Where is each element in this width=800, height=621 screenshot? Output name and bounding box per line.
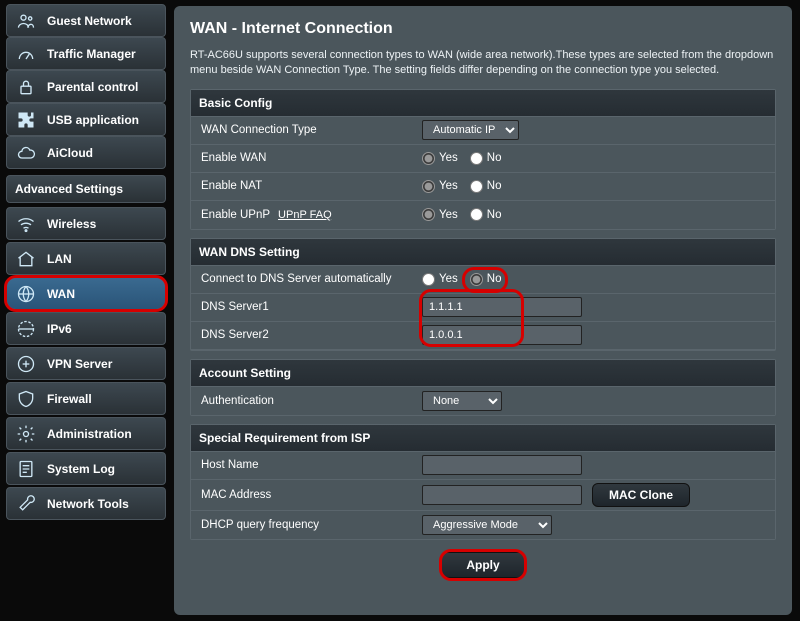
dns-auto-label: Connect to DNS Server automatically bbox=[191, 268, 416, 290]
authentication-select[interactable]: None bbox=[422, 391, 502, 411]
sidebar-item-traffic-manager[interactable]: Traffic Manager bbox=[6, 37, 166, 70]
account-setting-section: Account Setting Authentication None bbox=[190, 359, 776, 416]
gauge-icon bbox=[15, 43, 37, 65]
enable-wan-label: Enable WAN bbox=[191, 147, 416, 169]
sidebar-item-label: Network Tools bbox=[47, 497, 129, 511]
basic-config-head: Basic Config bbox=[191, 90, 775, 117]
mac-address-label: MAC Address bbox=[191, 484, 416, 506]
wan-dns-head: WAN DNS Setting bbox=[191, 239, 775, 266]
dns2-input[interactable] bbox=[422, 325, 582, 345]
account-setting-head: Account Setting bbox=[191, 360, 775, 387]
sidebar-item-label: IPv6 bbox=[47, 322, 72, 336]
sidebar-item-label: Traffic Manager bbox=[47, 47, 136, 61]
sidebar-item-label: Parental control bbox=[47, 80, 138, 94]
basic-config-section: Basic Config WAN Connection Type Automat… bbox=[190, 89, 776, 230]
enable-wan-no-radio[interactable] bbox=[470, 152, 483, 165]
authentication-label: Authentication bbox=[191, 390, 416, 412]
sidebar-item-usb-application[interactable]: USB application bbox=[6, 103, 166, 136]
sidebar-item-label: WAN bbox=[47, 287, 75, 301]
page-description: RT-AC66U supports several connection typ… bbox=[190, 48, 776, 79]
sidebar: Guest Network Traffic Manager Parental c… bbox=[0, 0, 172, 621]
advanced-settings-label: Advanced Settings bbox=[6, 175, 166, 203]
dns1-label: DNS Server1 bbox=[191, 296, 416, 318]
sidebar-item-wan[interactable]: WAN bbox=[6, 277, 166, 310]
mac-address-input[interactable] bbox=[422, 485, 582, 505]
enable-upnp-yes-radio[interactable] bbox=[422, 208, 435, 221]
sidebar-item-guest-network[interactable]: Guest Network bbox=[6, 4, 166, 37]
enable-nat-yes-radio[interactable] bbox=[422, 180, 435, 193]
sidebar-item-lan[interactable]: LAN bbox=[6, 242, 166, 275]
enable-upnp-label: Enable UPnP UPnP FAQ bbox=[191, 204, 416, 226]
apply-button[interactable]: Apply bbox=[441, 552, 524, 578]
sidebar-item-administration[interactable]: Administration bbox=[6, 417, 166, 450]
globe-icon bbox=[15, 283, 37, 305]
cloud-icon bbox=[15, 142, 37, 164]
people-icon bbox=[15, 10, 37, 32]
sidebar-item-label: Firewall bbox=[47, 392, 92, 406]
wan-dns-section: WAN DNS Setting Connect to DNS Server au… bbox=[190, 238, 776, 351]
host-name-label: Host Name bbox=[191, 454, 416, 476]
enable-nat-label: Enable NAT bbox=[191, 175, 416, 197]
wifi-icon bbox=[15, 213, 37, 235]
puzzle-icon bbox=[15, 109, 37, 131]
main-panel: WAN - Internet Connection RT-AC66U suppo… bbox=[174, 6, 792, 615]
sidebar-item-network-tools[interactable]: Network Tools bbox=[6, 487, 166, 520]
dns2-label: DNS Server2 bbox=[191, 324, 416, 346]
sidebar-item-label: USB application bbox=[47, 113, 139, 127]
sidebar-item-label: Wireless bbox=[47, 217, 96, 231]
dhcp-frequency-label: DHCP query frequency bbox=[191, 514, 416, 536]
sidebar-item-wireless[interactable]: Wireless bbox=[6, 207, 166, 240]
tools-icon bbox=[15, 493, 37, 515]
sidebar-item-vpn-server[interactable]: VPN Server bbox=[6, 347, 166, 380]
upnp-faq-link[interactable]: UPnP FAQ bbox=[278, 209, 332, 221]
sidebar-item-label: LAN bbox=[47, 252, 72, 266]
dhcp-frequency-select[interactable]: Aggressive Mode bbox=[422, 515, 552, 535]
sidebar-item-ipv6[interactable]: IPv6 bbox=[6, 312, 166, 345]
enable-nat-no-radio[interactable] bbox=[470, 180, 483, 193]
globe-dotted-icon bbox=[15, 318, 37, 340]
sidebar-item-label: Administration bbox=[47, 427, 132, 441]
sidebar-item-parental-control[interactable]: Parental control bbox=[6, 70, 166, 103]
isp-section: Special Requirement from ISP Host Name M… bbox=[190, 424, 776, 540]
enable-upnp-no-radio[interactable] bbox=[470, 208, 483, 221]
sidebar-item-label: System Log bbox=[47, 462, 115, 476]
wan-connection-type-label: WAN Connection Type bbox=[191, 119, 416, 141]
dns1-input[interactable] bbox=[422, 297, 582, 317]
host-name-input[interactable] bbox=[422, 455, 582, 475]
wan-connection-type-select[interactable]: Automatic IP bbox=[422, 120, 519, 140]
shield-icon bbox=[15, 388, 37, 410]
isp-head: Special Requirement from ISP bbox=[191, 425, 775, 452]
vpn-icon bbox=[15, 353, 37, 375]
sidebar-item-firewall[interactable]: Firewall bbox=[6, 382, 166, 415]
log-icon bbox=[15, 458, 37, 480]
sidebar-item-label: Guest Network bbox=[47, 14, 132, 28]
enable-wan-yes-radio[interactable] bbox=[422, 152, 435, 165]
dns-auto-no-radio[interactable] bbox=[470, 273, 483, 286]
dns-auto-yes-radio[interactable] bbox=[422, 273, 435, 286]
lock-icon bbox=[15, 76, 37, 98]
page-title: WAN - Internet Connection bbox=[190, 20, 776, 38]
mac-clone-button[interactable]: MAC Clone bbox=[592, 483, 690, 507]
gear-icon bbox=[15, 423, 37, 445]
sidebar-item-label: AiCloud bbox=[47, 146, 93, 160]
sidebar-item-label: VPN Server bbox=[47, 357, 112, 371]
home-icon bbox=[15, 248, 37, 270]
sidebar-item-system-log[interactable]: System Log bbox=[6, 452, 166, 485]
sidebar-item-aicloud[interactable]: AiCloud bbox=[6, 136, 166, 169]
